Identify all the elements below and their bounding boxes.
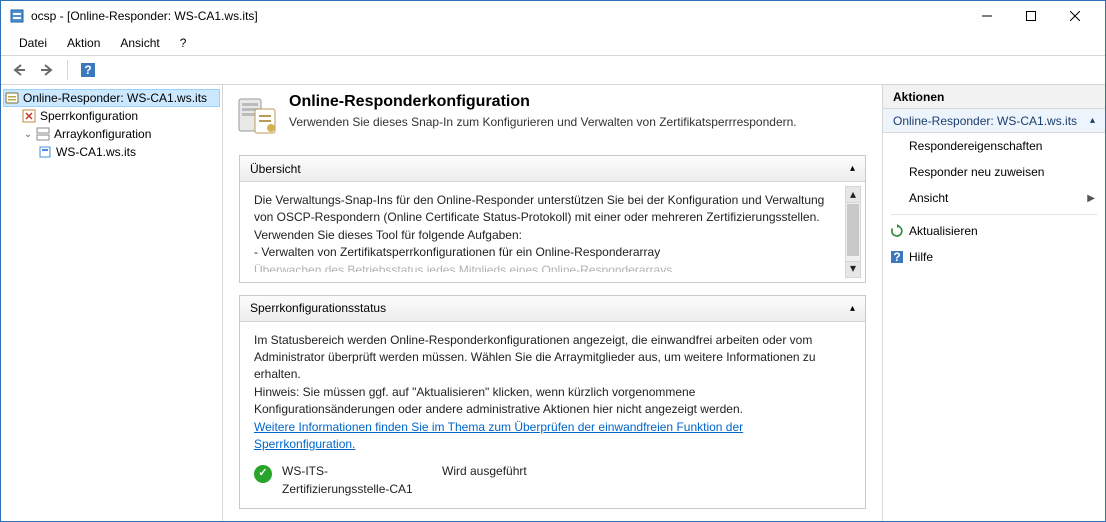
overview-panel-body: Die Verwaltungs-Snap-Ins für den Online-… — [240, 182, 865, 282]
overview-panel: Übersicht ▴ Die Verwaltungs-Snap-Ins für… — [239, 155, 866, 283]
tree-array-member-label: WS-CA1.ws.its — [56, 145, 136, 159]
overview-scrollbar[interactable]: ▴ ▾ — [845, 186, 861, 278]
revocation-text-2: Hinweis: Sie müssen ggf. auf "Aktualisie… — [254, 384, 837, 419]
status-entry-name: WS-ITS-Zertifizierungsstelle-CA1 — [282, 463, 432, 498]
collapse-icon: ▴ — [850, 163, 855, 174]
actions-header: Aktionen — [883, 85, 1105, 109]
revocation-status-row[interactable]: ✓ WS-ITS-Zertifizierungsstelle-CA1 Wird … — [254, 463, 837, 498]
revocation-config-icon — [21, 108, 37, 124]
actions-separator — [891, 214, 1097, 215]
tree-root[interactable]: Online-Responder: WS-CA1.ws.its — [3, 89, 220, 107]
help-toolbar-button[interactable]: ? — [76, 58, 100, 82]
revocation-status-panel: Sperrkonfigurationsstatus ▴ Im Statusber… — [239, 295, 866, 510]
revocation-panel-header[interactable]: Sperrkonfigurationsstatus ▴ — [240, 296, 865, 322]
menu-help[interactable]: ? — [172, 34, 195, 52]
action-responder-reassign[interactable]: Responder neu zuweisen — [883, 159, 1105, 185]
status-entry-state: Wird ausgeführt — [442, 463, 527, 480]
actions-pane: Aktionen Online-Responder: WS-CA1.ws.its… — [883, 85, 1105, 521]
minimize-button[interactable] — [965, 2, 1009, 30]
app-icon — [9, 8, 25, 24]
window-title: ocsp - [Online-Responder: WS-CA1.ws.its] — [31, 9, 965, 23]
responder-large-icon — [235, 93, 279, 137]
overview-text-1: Die Verwaltungs-Snap-Ins für den Online-… — [254, 192, 837, 227]
revocation-panel-body: Im Statusbereich werden Online-Responder… — [240, 322, 865, 509]
tree-array-member[interactable]: WS-CA1.ws.its — [3, 143, 220, 161]
refresh-icon — [889, 223, 905, 239]
scroll-down-icon[interactable]: ▾ — [846, 261, 860, 277]
svg-text:?: ? — [84, 63, 91, 77]
window-titlebar: ocsp - [Online-Responder: WS-CA1.ws.its] — [1, 1, 1105, 31]
overview-bullet-1: - Verwalten von Zertifikatsperrkonfigura… — [254, 244, 837, 261]
toolbar: ? — [1, 55, 1105, 85]
tree-root-label: Online-Responder: WS-CA1.ws.its — [23, 91, 207, 105]
menu-file[interactable]: Datei — [11, 34, 55, 52]
center-subtitle: Verwenden Sie dieses Snap-In zum Konfigu… — [289, 115, 797, 129]
overview-panel-header[interactable]: Übersicht ▴ — [240, 156, 865, 182]
tree-pane: Online-Responder: WS-CA1.ws.its Sperrkon… — [1, 85, 223, 521]
action-label: Respondereigenschaften — [909, 139, 1042, 153]
server-icon — [37, 144, 53, 160]
overview-text-2: Verwenden Sie dieses Tool für folgende A… — [254, 227, 837, 244]
scroll-up-icon[interactable]: ▴ — [846, 187, 860, 203]
action-responder-properties[interactable]: Respondereigenschaften — [883, 133, 1105, 159]
action-label: Ansicht — [909, 191, 948, 205]
help-icon: ? — [889, 249, 905, 265]
toolbar-separator — [67, 60, 68, 80]
menu-view[interactable]: Ansicht — [112, 34, 167, 52]
center-pane: Online-Responderkonfiguration Verwenden … — [223, 85, 883, 521]
actions-header-label: Aktionen — [893, 90, 944, 104]
action-refresh[interactable]: Aktualisieren — [883, 218, 1105, 244]
scroll-thumb[interactable] — [847, 204, 859, 256]
responder-icon — [4, 90, 20, 106]
action-help[interactable]: ? Hilfe — [883, 244, 1105, 270]
tree-arraykonfiguration-label: Arraykonfiguration — [54, 127, 151, 141]
actions-context-label: Online-Responder: WS-CA1.ws.its — [893, 114, 1077, 128]
array-config-icon — [35, 126, 51, 142]
overview-bullet-2-cut: Überwachen des Betriebsstatus jedes Mitg… — [254, 262, 837, 272]
close-button[interactable] — [1053, 2, 1097, 30]
svg-text:?: ? — [893, 250, 900, 264]
revocation-title: Sperrkonfigurationsstatus — [250, 301, 386, 315]
revocation-help-link[interactable]: Weitere Informationen finden Sie im Them… — [254, 420, 743, 451]
menu-action[interactable]: Aktion — [59, 34, 108, 52]
actions-context-header[interactable]: Online-Responder: WS-CA1.ws.its ▴ — [883, 109, 1105, 133]
tree-sperrkonfiguration[interactable]: Sperrkonfiguration — [3, 107, 220, 125]
tree-arraykonfiguration[interactable]: ⌄ Arraykonfiguration — [3, 125, 220, 143]
overview-title: Übersicht — [250, 162, 301, 176]
nav-back-button[interactable] — [7, 58, 31, 82]
collapse-icon: ▴ — [1090, 115, 1095, 126]
nav-forward-button[interactable] — [35, 58, 59, 82]
revocation-text-1: Im Statusbereich werden Online-Responder… — [254, 332, 837, 384]
collapse-icon: ▴ — [850, 303, 855, 314]
tree-expand-icon[interactable]: ⌄ — [21, 129, 35, 140]
action-view-submenu[interactable]: Ansicht ▶ — [883, 185, 1105, 211]
status-ok-icon: ✓ — [254, 465, 272, 483]
center-header: Online-Responderkonfiguration Verwenden … — [229, 87, 876, 149]
submenu-arrow-icon: ▶ — [1087, 193, 1095, 204]
maximize-button[interactable] — [1009, 2, 1053, 30]
action-label: Hilfe — [909, 250, 933, 264]
tree-sperrkonfiguration-label: Sperrkonfiguration — [40, 109, 138, 123]
menu-bar: Datei Aktion Ansicht ? — [1, 31, 1105, 55]
action-label: Aktualisieren — [909, 224, 978, 238]
action-label: Responder neu zuweisen — [909, 165, 1044, 179]
center-title: Online-Responderkonfiguration — [289, 93, 797, 111]
